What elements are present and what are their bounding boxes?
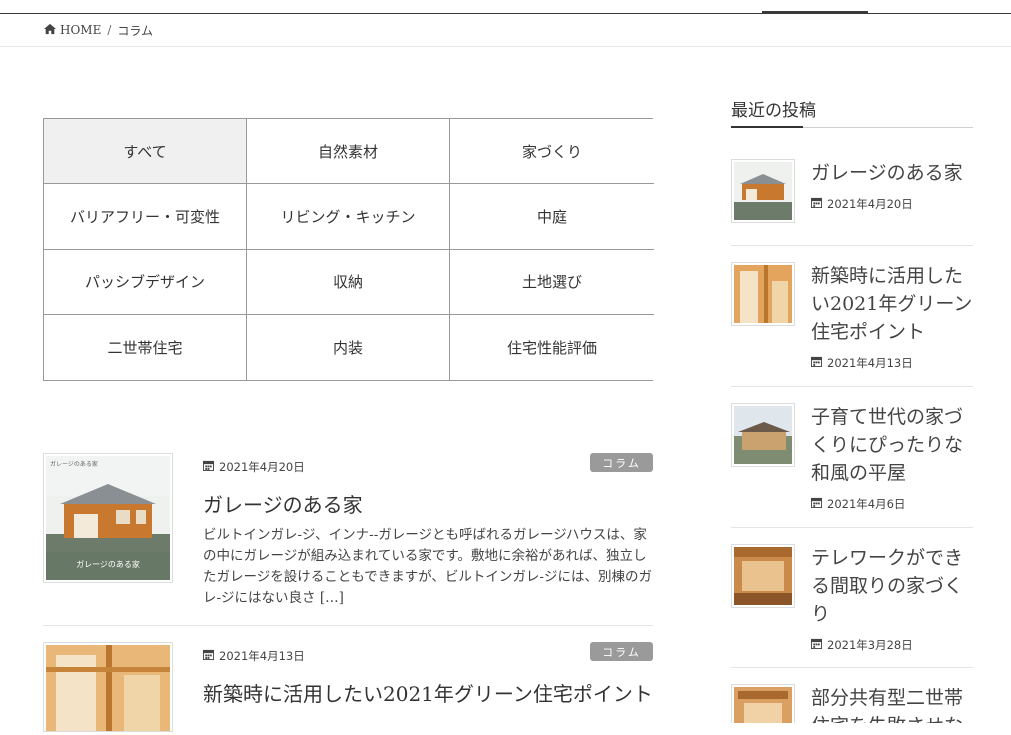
post-date: 2021年4月13日 bbox=[203, 648, 305, 664]
category-all[interactable]: すべて bbox=[44, 119, 247, 185]
post-item: 2021年4月13日 コラム 新築時に活用したい2021年グリーン住宅ポイント bbox=[43, 642, 653, 732]
recent-post-item: 新築時に活用したい2021年グリーン住宅ポイント 2021年4月13日 bbox=[731, 262, 973, 372]
svg-text:ガレージのある家: ガレージのある家 bbox=[50, 460, 98, 468]
sidebar-divider bbox=[731, 386, 973, 387]
post-thumbnail[interactable]: ガレージのある家 ガレージのある家 bbox=[43, 453, 173, 583]
interior-image bbox=[734, 547, 792, 605]
category-land-selection[interactable]: 土地選び bbox=[450, 249, 654, 315]
recent-post-date: 2021年4月20日 bbox=[811, 196, 913, 212]
recent-post-thumbnail[interactable] bbox=[731, 403, 795, 467]
category-grid: すべて 自然素材 家づくり バリアフリー・可変性 リビング・キッチン 中庭 パッ… bbox=[43, 118, 654, 381]
category-courtyard[interactable]: 中庭 bbox=[450, 184, 654, 250]
sidebar-title: 最近の投稿 bbox=[731, 101, 816, 121]
recent-post-date: 2021年4月13日 bbox=[811, 355, 913, 371]
recent-post-title[interactable]: 新築時に活用したい2021年グリーン住宅ポイント bbox=[811, 262, 975, 346]
calendar-icon bbox=[811, 356, 822, 370]
post-title[interactable]: 新築時に活用したい2021年グリーン住宅ポイント bbox=[203, 678, 653, 707]
recent-post-date-text: 2021年4月13日 bbox=[827, 356, 913, 370]
interior-image bbox=[734, 265, 792, 323]
calendar-icon bbox=[811, 197, 822, 211]
recent-post-date: 2021年4月6日 bbox=[811, 496, 905, 512]
post-date-text: 2021年4月20日 bbox=[219, 460, 305, 474]
calendar-icon bbox=[203, 649, 214, 663]
category-natural-materials[interactable]: 自然素材 bbox=[247, 119, 450, 185]
home-icon bbox=[43, 23, 57, 38]
breadcrumb-current: コラム bbox=[117, 23, 154, 38]
recent-post-date-text: 2021年4月6日 bbox=[827, 497, 906, 511]
calendar-icon bbox=[811, 638, 822, 652]
category-badge[interactable]: コラム bbox=[590, 642, 653, 661]
breadcrumb-home-label: HOME bbox=[60, 23, 102, 37]
recent-post-item: ガレージのある家 2021年4月20日 bbox=[731, 159, 973, 229]
recent-post-title[interactable]: ガレージのある家 bbox=[811, 159, 975, 187]
recent-post-date-text: 2021年3月28日 bbox=[827, 638, 913, 652]
sidebar-divider bbox=[731, 527, 973, 528]
post-divider bbox=[43, 625, 653, 626]
house-image bbox=[734, 406, 792, 464]
recent-post-item: 子育て世代の家づくりにぴったりな和風の平屋 2021年4月6日 bbox=[731, 403, 973, 513]
recent-post-title[interactable]: 子育て世代の家づくりにぴったりな和風の平屋 bbox=[811, 403, 975, 487]
post-date-text: 2021年4月13日 bbox=[219, 649, 305, 663]
category-house-building[interactable]: 家づくり bbox=[450, 119, 654, 185]
interior-image bbox=[46, 645, 170, 731]
garage-house-image: ガレージのある家 ガレージのある家 bbox=[46, 456, 170, 580]
post-item: ガレージのある家 ガレージのある家 2021年4月20日 コラム ガレージのある… bbox=[43, 453, 653, 625]
header-bar bbox=[0, 0, 1011, 14]
recent-post-date-text: 2021年4月20日 bbox=[827, 197, 913, 211]
breadcrumb-separator: / bbox=[107, 23, 112, 37]
svg-text:ガレージのある家: ガレージのある家 bbox=[76, 559, 140, 569]
sidebar-divider bbox=[731, 667, 973, 668]
recent-post-thumbnail[interactable] bbox=[731, 262, 795, 326]
category-living-kitchen[interactable]: リビング・キッチン bbox=[247, 184, 450, 250]
post-thumbnail[interactable] bbox=[43, 642, 173, 732]
recent-post-date: 2021年3月28日 bbox=[811, 637, 913, 653]
category-badge[interactable]: コラム bbox=[590, 453, 653, 472]
recent-post-thumbnail[interactable] bbox=[731, 544, 795, 608]
breadcrumb-home-link[interactable]: HOME bbox=[43, 23, 101, 38]
sidebar-divider bbox=[731, 245, 973, 246]
recent-post-thumbnail[interactable] bbox=[731, 684, 795, 723]
category-performance[interactable]: 住宅性能評価 bbox=[450, 314, 654, 380]
calendar-icon bbox=[811, 497, 822, 511]
post-excerpt: ビルトインガレ‐ジ、インナ‐‐ガレージとも呼ばれるガレージハウスは、家の中にガレ… bbox=[203, 527, 652, 606]
category-two-generation[interactable]: 二世帯住宅 bbox=[44, 314, 247, 380]
interior-image bbox=[734, 687, 792, 723]
recent-post-title[interactable]: 部分共有型二世帯住宅を失敗させない bbox=[811, 684, 973, 723]
sidebar-title-underline bbox=[731, 126, 973, 128]
post-date: 2021年4月20日 bbox=[203, 459, 305, 475]
category-passive-design[interactable]: パッシブデザイン bbox=[44, 249, 247, 315]
calendar-icon bbox=[203, 460, 214, 474]
category-interior[interactable]: 内装 bbox=[247, 314, 450, 380]
recent-post-thumbnail[interactable] bbox=[731, 159, 795, 223]
recent-post-item: 部分共有型二世帯住宅を失敗させない bbox=[731, 684, 973, 723]
category-storage[interactable]: 収納 bbox=[247, 249, 450, 315]
breadcrumb: HOME / コラム bbox=[0, 14, 1011, 47]
garage-house-image bbox=[734, 162, 792, 220]
recent-post-item: テレワークができる間取りの家づくり 2021年3月28日 bbox=[731, 544, 973, 654]
category-barrier-free[interactable]: バリアフリー・可変性 bbox=[44, 184, 247, 250]
post-title[interactable]: ガレージのある家 bbox=[203, 489, 363, 518]
recent-post-title[interactable]: テレワークができる間取りの家づくり bbox=[811, 544, 975, 628]
